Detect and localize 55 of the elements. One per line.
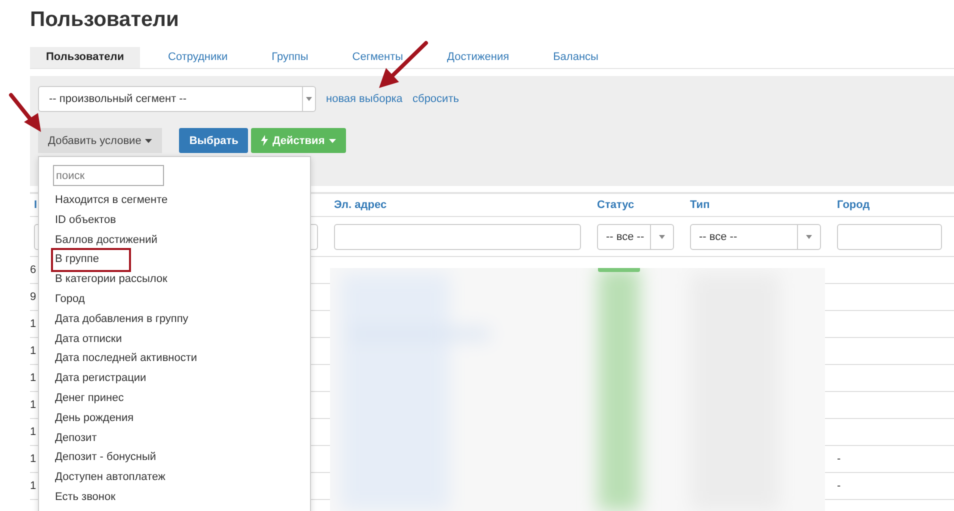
filter-field[interactable] <box>837 224 942 250</box>
menu-item[interactable]: Есть звонок <box>53 488 118 508</box>
menu-item[interactable]: Депозит - бонусный <box>53 448 158 468</box>
table-cell: 1 <box>30 318 36 330</box>
tab[interactable]: Достижения <box>431 47 526 68</box>
menu-item[interactable]: Дата регистрации <box>53 369 148 389</box>
menu-item[interactable]: Баллов достижений <box>53 230 160 250</box>
table-cell: 1 <box>30 345 36 357</box>
menu-item[interactable]: День рождения <box>53 408 136 429</box>
menu-item[interactable]: Дата отписки <box>53 330 124 350</box>
annotation-arrow <box>8 92 44 134</box>
table-cell: 9 <box>30 291 36 303</box>
column-header[interactable]: Город <box>833 192 954 217</box>
tab[interactable]: Пользователи <box>30 47 140 68</box>
caret-icon <box>306 97 312 101</box>
menu-item[interactable]: Дата добавления в группу <box>53 310 190 330</box>
caret-icon <box>328 138 336 142</box>
tab[interactable]: Сегменты <box>336 47 420 68</box>
tab[interactable]: Группы <box>256 47 324 68</box>
table-cell: 1 <box>30 480 36 492</box>
select-button[interactable]: Выбрать <box>179 128 248 153</box>
menu-item[interactable]: В группе <box>53 250 129 270</box>
menu-item[interactable]: В категории рассылок <box>53 270 170 290</box>
filter-select[interactable]: -- все -- <box>597 224 674 250</box>
menu-item[interactable]: Город <box>53 290 87 310</box>
link[interactable]: сбросить <box>412 93 459 105</box>
menu-item[interactable]: Денег принес <box>53 388 126 409</box>
column-header[interactable]: Эл. адрес <box>330 192 593 217</box>
menu-item[interactable]: Находится в сегменте <box>53 191 170 211</box>
table-cell: 1 <box>30 399 36 411</box>
menu-item[interactable]: ID объектов <box>53 210 118 231</box>
tab[interactable]: Балансы <box>537 47 614 68</box>
menu-item[interactable]: Дата последней активности <box>53 349 200 370</box>
caret-icon <box>659 234 665 238</box>
column-header[interactable]: Тип <box>686 192 833 217</box>
table-cell: 6 <box>30 264 36 276</box>
menu-item[interactable]: Депозит <box>53 428 99 448</box>
table-cell: - <box>837 453 841 465</box>
caret-icon <box>806 234 812 238</box>
filter-select[interactable]: -- все -- <box>690 224 821 250</box>
table-cell: 1 <box>30 372 36 384</box>
lightning-icon <box>261 135 268 146</box>
filter-field[interactable] <box>334 224 581 250</box>
caret-icon <box>145 138 152 142</box>
page-title: Пользователи <box>30 7 180 33</box>
table-cell: 1 <box>30 453 36 465</box>
add-condition-button[interactable]: Добавить условие <box>38 128 162 153</box>
segment-select[interactable]: -- произвольный сегмент -- <box>38 86 316 112</box>
menu-item[interactable]: Доступен автоплатеж <box>53 468 168 488</box>
link[interactable]: новая выборка <box>326 93 403 105</box>
column-header[interactable]: Статус <box>593 192 686 217</box>
table-cell: - <box>837 480 841 492</box>
tab[interactable]: Сотрудники <box>152 47 244 68</box>
search-field[interactable]: поиск <box>53 165 164 186</box>
table-cell: 1 <box>30 426 36 438</box>
